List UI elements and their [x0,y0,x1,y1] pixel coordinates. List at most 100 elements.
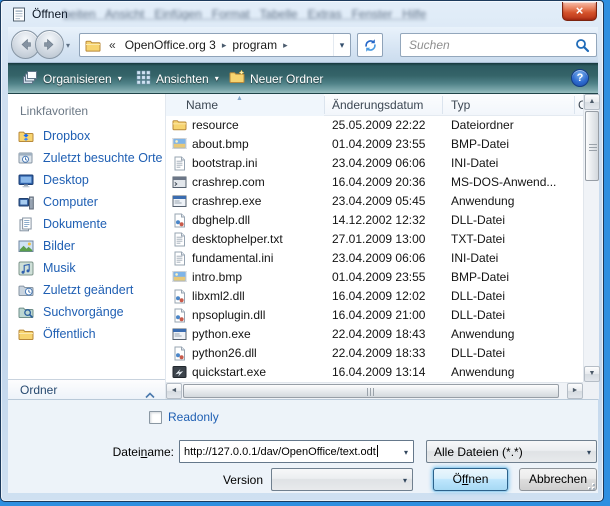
sidebar-item[interactable]: Zuletzt besuchte Orte [8,147,165,169]
file-row[interactable]: fundamental.ini23.04.2009 06:06INI-Datei [166,249,583,268]
recent-places-icon [18,151,36,166]
horizontal-scrollbar-thumb[interactable] [183,384,559,398]
breadcrumb-segment[interactable]: program [227,38,282,52]
address-dropdown-icon[interactable]: ▾ [333,34,350,56]
file-row[interactable]: npsoplugin.dll16.04.2009 21:00DLL-Datei [166,306,583,325]
scroll-down-button[interactable]: ▼ [584,366,600,382]
filename-input[interactable]: http://127.0.0.1/dav/OpenOffice/text.odt… [179,440,414,463]
file-row[interactable]: intro.bmp01.04.2009 23:55BMP-Datei [166,268,583,287]
sort-ascending-icon[interactable]: ▲ [236,95,243,102]
file-modified-date: 23.04.2009 05:45 [332,194,425,208]
close-button[interactable]: × [562,2,597,21]
file-modified-date: 14.12.2002 12:32 [332,213,425,227]
file-icon-dll [172,346,187,361]
chevron-down-icon: ▾ [587,448,591,457]
file-modified-date: 01.04.2009 23:55 [332,137,425,151]
sidebar-item[interactable]: Dokumente [8,213,165,235]
column-divider[interactable] [442,96,443,114]
breadcrumb-segment[interactable]: OpenOffice.org 3 [120,38,221,52]
scroll-right-button[interactable]: ► [567,383,583,399]
folders-expander[interactable]: Ordner [8,379,165,399]
sidebar-item-label: Suchvorgänge [43,305,124,319]
recent-pages-dropdown-icon[interactable]: ▾ [66,41,70,50]
sidebar-item[interactable]: Zuletzt geändert [8,279,165,301]
views-button[interactable]: Ansichten ▾ [130,68,225,89]
file-name: intro.bmp [192,270,242,284]
sidebar-item[interactable]: Öffentlich [8,323,165,345]
file-type: Anwendung [451,327,514,341]
file-row[interactable]: quickstart.exe16.04.2009 13:14Anwendung [166,363,583,382]
file-row[interactable]: about.bmp01.04.2009 23:55BMP-Datei [166,135,583,154]
file-row[interactable]: python.exe22.04.2009 18:43Anwendung [166,325,583,344]
chevron-down-icon: ▾ [215,74,219,83]
file-icon-dll [172,308,187,323]
file-icon-text [172,232,187,247]
scroll-left-button[interactable]: ◄ [166,383,182,399]
scroll-up-button[interactable]: ▲ [584,94,600,110]
column-header-name[interactable]: Name [186,98,218,112]
help-button[interactable]: ? [571,69,589,87]
new-folder-icon [229,70,245,87]
scrollbar-corner [583,382,599,399]
refresh-button[interactable] [357,33,383,57]
readonly-checkbox[interactable] [149,411,162,424]
horizontal-scrollbar[interactable]: ◄ ► [166,382,583,399]
public-icon [18,327,36,341]
search-placeholder: Suchen [409,38,450,52]
file-icon-text [172,251,187,266]
file-list: ▲ Name Änderungsdatum Typ G resource25.0… [165,94,598,399]
file-row[interactable]: python26.dll22.04.2009 18:33DLL-Datei [166,344,583,363]
sidebar-item[interactable]: Musik [8,257,165,279]
file-row[interactable]: libxml2.dll16.04.2009 12:02DLL-Datei [166,287,583,306]
sidebar-item[interactable]: Computer [8,191,165,213]
sidebar-item[interactable]: Desktop [8,169,165,191]
column-header-type[interactable]: Typ [451,98,470,112]
sidebar-item[interactable]: Dropbox [8,125,165,147]
organize-button[interactable]: Organisieren ▾ [16,68,128,89]
dialog-footer: Readonly Dateiname: http://127.0.0.1/dav… [8,399,598,493]
file-name: crashrep.com [192,175,265,189]
breadcrumb-overflow-chevron[interactable]: « [109,38,116,52]
file-name: crashrep.exe [192,194,261,208]
search-icon[interactable] [575,38,590,58]
chevron-down-icon[interactable]: ▾ [404,448,408,457]
filename-value: http://127.0.0.1/dav/OpenOffice/text.odt [184,446,376,458]
resize-grip[interactable] [585,480,595,490]
search-input[interactable]: Suchen [400,33,597,57]
searches-icon [18,305,36,319]
documents-icon [18,217,36,232]
titlebar[interactable]: Öffnen beiten Ansicht Einfügen Format Ta… [1,1,603,27]
vertical-scrollbar-thumb[interactable] [585,111,599,181]
sidebar-item-label: Computer [43,195,98,209]
filetype-select[interactable]: Alle Dateien (*.*) ▾ [426,440,597,463]
file-rows: resource25.05.2009 22:22Dateiordnerabout… [166,116,583,382]
file-row[interactable]: bootstrap.ini23.04.2009 06:06INI-Datei [166,154,583,173]
vertical-scrollbar[interactable]: ▲ ▼ [583,94,599,382]
file-row[interactable]: crashrep.com16.04.2009 20:36MS-DOS-Anwen… [166,173,583,192]
column-divider[interactable] [324,96,325,114]
file-row[interactable]: desktophelper.txt27.01.2009 13:00TXT-Dat… [166,230,583,249]
file-type: BMP-Datei [451,270,509,284]
column-header-modified[interactable]: Änderungsdatum [332,98,423,112]
new-folder-button[interactable]: Neuer Ordner [223,68,329,89]
sidebar-item[interactable]: Suchvorgänge [8,301,165,323]
background-menu-blur: beiten Ansicht Einfügen Format Tabelle E… [63,7,493,21]
column-divider[interactable] [574,96,575,114]
file-row[interactable]: resource25.05.2009 22:22Dateiordner [166,116,583,135]
readonly-label[interactable]: Readonly [168,410,219,424]
open-button[interactable]: Öffnen [433,468,508,491]
file-row[interactable]: crashrep.exe23.04.2009 05:45Anwendung [166,192,583,211]
file-modified-date: 16.04.2009 21:00 [332,308,425,322]
chevron-down-icon: ▾ [118,74,122,83]
version-select[interactable]: ▾ [271,468,413,491]
file-name: python26.dll [192,346,257,360]
file-modified-date: 16.04.2009 20:36 [332,175,425,189]
sidebar-item[interactable]: Bilder [8,235,165,257]
file-row[interactable]: dbghelp.dll14.12.2002 12:32DLL-Datei [166,211,583,230]
chevron-right-icon[interactable]: ▸ [282,40,289,51]
folder-icon [85,39,101,52]
forward-button[interactable] [35,30,64,59]
filename-label: Dateiname: [48,445,174,459]
breadcrumb[interactable]: « OpenOffice.org 3 ▸ program ▸ ▾ [79,33,351,57]
file-name: dbghelp.dll [192,213,250,227]
